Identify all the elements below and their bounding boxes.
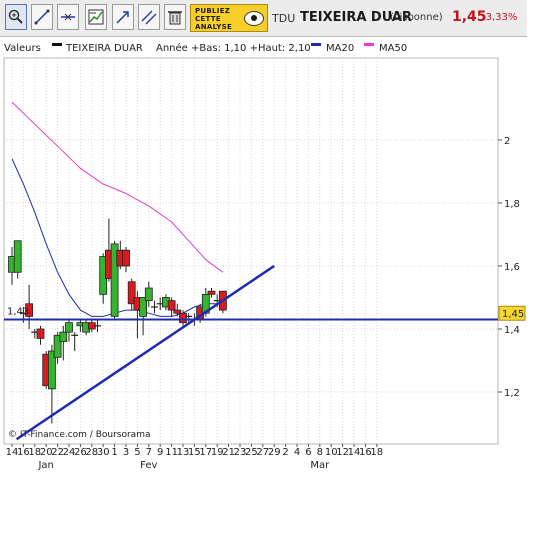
y-tick-label: 1,2 bbox=[504, 388, 520, 399]
y-tick-label: 1,8 bbox=[504, 199, 520, 210]
x-tick-label: 29 bbox=[268, 447, 281, 458]
month-label: Jan bbox=[37, 460, 53, 471]
candle-body bbox=[207, 290, 216, 295]
candle-body bbox=[144, 287, 153, 302]
month-label: Fev bbox=[140, 460, 157, 471]
chart-grid bbox=[3, 57, 499, 445]
x-tick-label: 5 bbox=[134, 447, 140, 458]
candle-body bbox=[179, 312, 187, 324]
candle-body bbox=[59, 331, 68, 342]
month-label: Mar bbox=[310, 460, 330, 471]
last-price-tag-label: 1,45 bbox=[502, 309, 524, 320]
y-tick-label: 1,4 bbox=[504, 325, 520, 336]
candle-body bbox=[13, 240, 22, 273]
y-tick-label: 2 bbox=[504, 136, 510, 147]
candle-body bbox=[65, 322, 73, 333]
copyright-text: © IT-Finance.com / Boursorama bbox=[8, 430, 150, 440]
y-tick-label: 1,6 bbox=[504, 262, 520, 273]
price-chart: 1,43 1,21,41,61,821,45141618202224262830… bbox=[3, 57, 526, 471]
x-tick-label: 8 bbox=[317, 447, 323, 458]
x-tick-label: 3 bbox=[123, 447, 129, 458]
stock-chart-window: PUBLIEZ CETTE ANALYSE TDU TEIXEIRA DUAR … bbox=[0, 0, 547, 560]
candle-body bbox=[173, 309, 182, 314]
x-tick-label: 7 bbox=[146, 447, 152, 458]
x-tick-label: 4 bbox=[294, 447, 300, 458]
x-tick-label: 2 bbox=[282, 447, 288, 458]
support-level-label: 1,43 bbox=[7, 307, 29, 318]
candle-body bbox=[122, 249, 130, 267]
x-tick-label: 1 bbox=[111, 447, 117, 458]
x-tick-label: 30 bbox=[97, 447, 110, 458]
candle-body bbox=[167, 300, 176, 311]
x-tick-label: 6 bbox=[305, 447, 311, 458]
candle-body bbox=[36, 328, 45, 339]
x-tick-label: 9 bbox=[157, 447, 163, 458]
x-tick-label: 18 bbox=[370, 447, 383, 458]
